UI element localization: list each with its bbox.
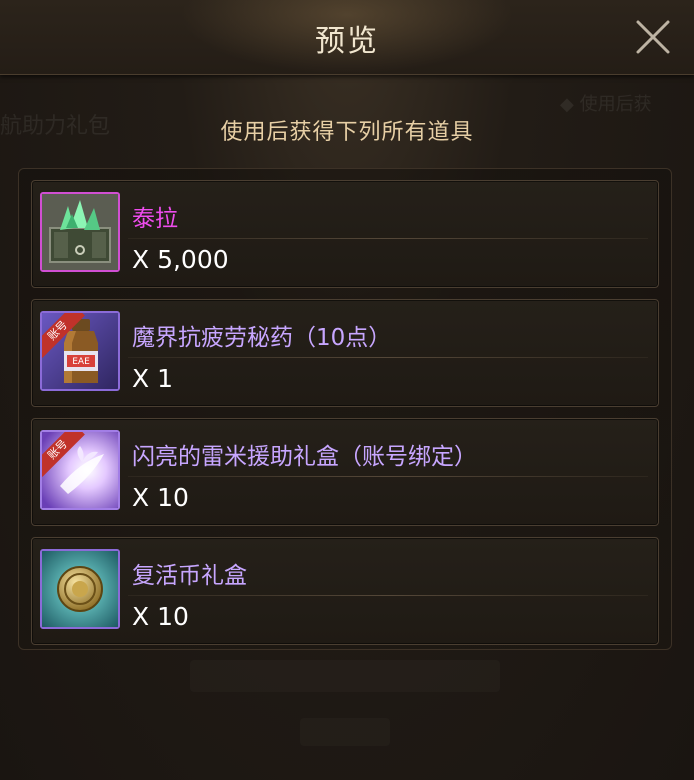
- reward-item-fatigue-potion[interactable]: EAE 账号 魔界抗疲劳秘药（10点） X 1: [31, 299, 659, 407]
- item-quantity: X 10: [132, 602, 189, 631]
- preview-dialog: 航助力礼包 ◆ 使用后获 预览 使用后获得下列所有道具 泰拉 X 5,000 E…: [0, 0, 694, 780]
- reward-item-tera[interactable]: 泰拉 X 5,000: [31, 180, 659, 288]
- svg-text:EAE: EAE: [72, 357, 90, 367]
- item-name: 闪亮的雷米援助礼盒（账号绑定）: [132, 444, 477, 470]
- item-quantity: X 5,000: [132, 245, 229, 274]
- item-name: 魔界抗疲劳秘药（10点）: [132, 325, 392, 351]
- item-divider: [128, 238, 648, 239]
- gift-box-glow-icon: 账号: [40, 430, 120, 510]
- reward-item-remy-gift-box[interactable]: 账号 闪亮的雷米援助礼盒（账号绑定） X 10: [31, 418, 659, 526]
- item-name: 泰拉: [132, 206, 178, 232]
- item-quantity: X 1: [132, 364, 173, 393]
- background-ghost-button: [300, 718, 390, 746]
- item-divider: [128, 595, 648, 596]
- dialog-subtitle: 使用后获得下列所有道具: [220, 120, 474, 145]
- reward-item-revive-coin-box[interactable]: 复活币礼盒 X 10: [31, 537, 659, 645]
- background-ghost-hint: ◆ 使用后获: [560, 94, 652, 115]
- fatigue-potion-icon: EAE 账号: [40, 311, 120, 391]
- dialog-title: 预览: [315, 24, 379, 59]
- item-divider: [128, 357, 648, 358]
- dialog-header: 预览: [0, 0, 694, 75]
- close-icon: [636, 20, 670, 54]
- item-divider: [128, 476, 648, 477]
- revive-coin-icon: [40, 549, 120, 629]
- item-name: 复活币礼盒: [132, 563, 247, 589]
- item-quantity: X 10: [132, 483, 189, 512]
- close-button[interactable]: [634, 18, 672, 56]
- tera-crystal-chest-icon: [40, 192, 120, 272]
- reward-list: 泰拉 X 5,000 EAE 账号 魔界抗疲劳秘药（10点） X 1 账号 闪亮…: [18, 168, 672, 650]
- background-ghost-bar: [190, 660, 500, 692]
